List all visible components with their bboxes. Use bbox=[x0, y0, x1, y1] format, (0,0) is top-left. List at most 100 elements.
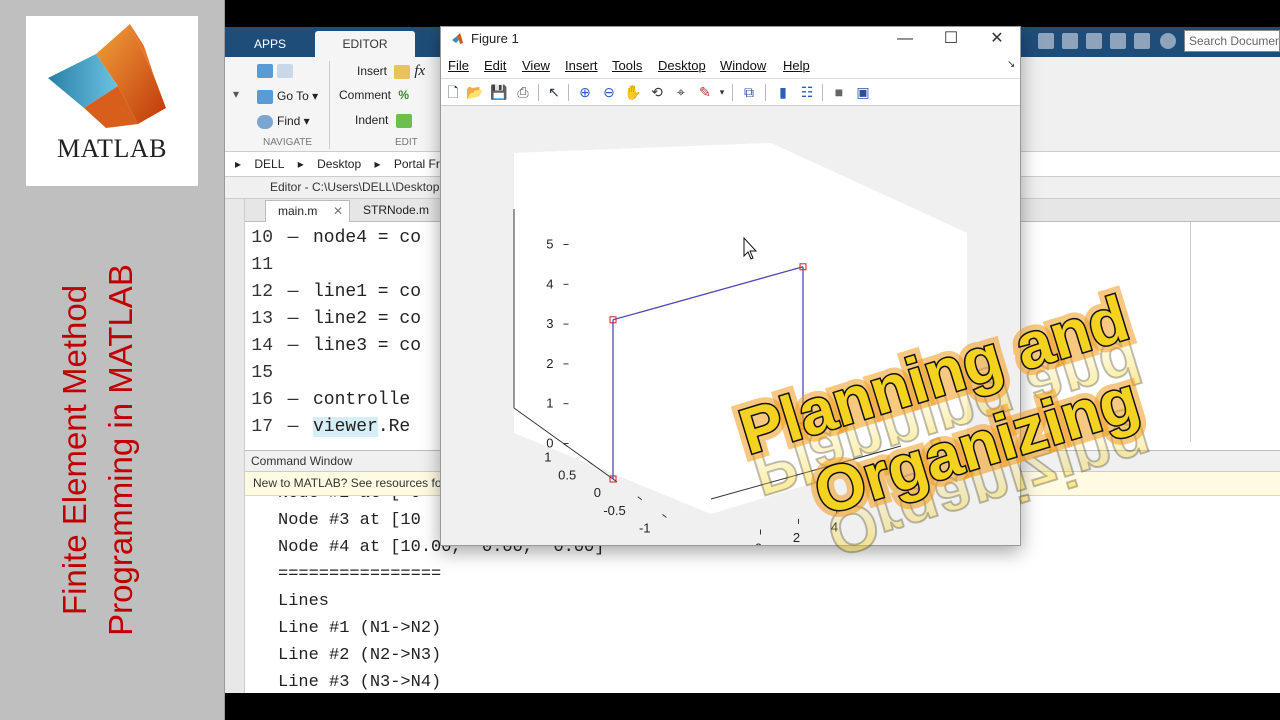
save-icon[interactable]: 💾 bbox=[490, 83, 508, 101]
menu-view[interactable]: View bbox=[522, 58, 550, 73]
back-arrow-icon[interactable] bbox=[257, 63, 273, 78]
y-tick-mark bbox=[637, 496, 643, 501]
figure-toolbar: 🗋 📂 💾 ⎙ ↖ ⊕ ⊖ ✋ ⟲ ⌖ ✎ ▾ ⧉ ▮ ☷ ■ ▣ bbox=[441, 79, 1020, 106]
insert-icon bbox=[394, 64, 411, 79]
menu-insert[interactable]: Insert bbox=[565, 58, 598, 73]
code-line: 13— line2 = co bbox=[251, 309, 422, 329]
matlab-membrane-icon bbox=[48, 24, 166, 128]
edit-group-label: EDIT bbox=[395, 137, 418, 148]
brush-dropdown-icon[interactable]: ▾ bbox=[713, 83, 731, 101]
tab-apps[interactable]: APPS bbox=[235, 31, 305, 57]
switch-windows-icon[interactable] bbox=[1134, 33, 1150, 49]
paste-icon[interactable] bbox=[1062, 33, 1078, 49]
undo-icon[interactable] bbox=[1086, 33, 1102, 49]
breadcrumb-arrow-icon: ▸ bbox=[235, 157, 242, 171]
toolbar-separator bbox=[568, 84, 569, 101]
find-icon bbox=[257, 114, 273, 129]
z-tick-label: 3 bbox=[546, 316, 553, 331]
left-panel-collapsed[interactable] bbox=[225, 199, 245, 450]
toolbar-separator bbox=[822, 84, 823, 101]
link-icon[interactable]: ⧉ bbox=[740, 83, 758, 101]
new-figure-icon[interactable]: 🗋 bbox=[444, 83, 462, 101]
breadcrumb-dell[interactable]: DELL bbox=[254, 157, 284, 171]
toolbar-separator bbox=[765, 84, 766, 101]
code-line: 16— controlle bbox=[251, 390, 411, 410]
output-line: Lines bbox=[278, 592, 330, 611]
pointer-icon[interactable]: ↖ bbox=[545, 83, 563, 101]
menu-file[interactable]: File bbox=[448, 58, 469, 73]
z-tick-label: 2 bbox=[546, 356, 553, 371]
minimize-button[interactable]: — bbox=[882, 27, 928, 53]
comment-button[interactable]: Comment % bbox=[339, 88, 409, 102]
output-line: Node #2 at [ 0 bbox=[278, 496, 421, 511]
z-tick-label: 5 bbox=[546, 237, 553, 252]
course-title-line1: Finite Element Method bbox=[56, 284, 93, 616]
code-line: 17— viewer.Re bbox=[251, 417, 411, 437]
figure-title-bar[interactable]: Figure 1 — ☐ ✕ bbox=[441, 27, 1020, 53]
x-tick-labels: 0 2 4 bbox=[755, 508, 838, 545]
brush-icon[interactable]: ✎ bbox=[696, 83, 714, 101]
print-icon[interactable]: ⎙ bbox=[514, 83, 532, 101]
y-tick-label: 0 bbox=[594, 485, 601, 500]
close-button[interactable]: ✕ bbox=[974, 27, 1020, 53]
zoom-out-icon[interactable]: ⊖ bbox=[600, 83, 618, 101]
dock-arrow-icon[interactable]: ↘ bbox=[1007, 59, 1015, 70]
hide-plot-tools-icon[interactable]: ■ bbox=[830, 83, 848, 101]
figure-canvas[interactable]: 012345 10.50-0.5-1 024 bbox=[441, 106, 1020, 545]
close-tab-icon[interactable]: ✕ bbox=[333, 201, 343, 222]
y-tick-label: 1 bbox=[544, 450, 551, 465]
menu-edit[interactable]: Edit bbox=[484, 58, 506, 73]
back-forward-buttons[interactable] bbox=[257, 63, 297, 78]
cut-icon[interactable] bbox=[1038, 33, 1054, 49]
indent-icon bbox=[395, 113, 412, 128]
tab-main-m[interactable]: main.m ✕ bbox=[265, 200, 350, 222]
insert-button[interactable]: Insert fx bbox=[357, 63, 425, 80]
left-panel-collapsed[interactable] bbox=[225, 450, 245, 693]
ribbon-dropdown-arrow-icon[interactable]: ▾ bbox=[233, 87, 239, 101]
toolbar-separator bbox=[732, 84, 733, 101]
bottom-letterbox bbox=[225, 693, 1280, 720]
output-line: ================ bbox=[278, 565, 442, 584]
fx-icon[interactable]: fx bbox=[414, 63, 425, 79]
rotate-icon[interactable]: ⟲ bbox=[648, 83, 666, 101]
zoom-in-icon[interactable]: ⊕ bbox=[576, 83, 594, 101]
logo-wordmark: MATLAB bbox=[57, 134, 167, 163]
3d-plot[interactable]: 012345 10.50-0.5-1 024 bbox=[441, 106, 1020, 545]
open-icon[interactable]: 📂 bbox=[466, 83, 484, 101]
menu-desktop[interactable]: Desktop bbox=[658, 58, 706, 73]
x-tick-label: 0 bbox=[755, 541, 762, 546]
toolbar-separator bbox=[538, 84, 539, 101]
redo-icon[interactable] bbox=[1110, 33, 1126, 49]
goto-button[interactable]: Go To ▾ bbox=[257, 89, 318, 104]
forward-arrow-icon[interactable] bbox=[277, 63, 293, 78]
navigate-group-label: NAVIGATE bbox=[263, 137, 313, 148]
course-title-line2: Programming in MATLAB bbox=[102, 264, 139, 636]
code-line: 15 bbox=[251, 363, 273, 383]
show-plot-tools-icon[interactable]: ▣ bbox=[854, 83, 872, 101]
search-documentation-input[interactable]: Search Documen bbox=[1184, 30, 1280, 52]
data-cursor-icon[interactable]: ⌖ bbox=[672, 83, 690, 101]
help-icon[interactable] bbox=[1160, 33, 1176, 49]
pan-icon[interactable]: ✋ bbox=[624, 83, 642, 101]
menu-tools[interactable]: Tools bbox=[612, 58, 642, 73]
figure-window[interactable]: Figure 1 — ☐ ✕ File Edit View Insert Too… bbox=[440, 26, 1021, 546]
z-tick-label: 1 bbox=[546, 396, 553, 411]
find-button[interactable]: Find ▾ bbox=[257, 114, 310, 129]
tab-editor[interactable]: EDITOR bbox=[315, 31, 415, 57]
tab-strnode-m[interactable]: STRNode.m bbox=[351, 200, 441, 222]
legend-icon[interactable]: ☷ bbox=[798, 83, 816, 101]
y-tick-mark bbox=[662, 514, 667, 518]
code-line: 12— line1 = co bbox=[251, 282, 422, 302]
editor-ribbon: ▾ Go To ▾ Find ▾ NAVIGATE Insert fx Comm… bbox=[225, 57, 440, 152]
menu-window[interactable]: Window bbox=[720, 58, 766, 73]
maximize-button[interactable]: ☐ bbox=[928, 27, 974, 53]
z-tick-label: 0 bbox=[546, 436, 553, 451]
output-line: Line #3 (N3->N4) bbox=[278, 673, 442, 692]
colorbar-icon[interactable]: ▮ bbox=[774, 83, 792, 101]
menu-help[interactable]: Help bbox=[783, 58, 810, 73]
top-letterbox bbox=[225, 0, 1280, 27]
indent-button[interactable]: Indent bbox=[355, 113, 416, 128]
y-tick-label: -0.5 bbox=[603, 503, 625, 518]
left-banner: MATLAB Finite Element Method Programming… bbox=[0, 0, 225, 720]
breadcrumb-desktop[interactable]: Desktop bbox=[317, 157, 361, 171]
